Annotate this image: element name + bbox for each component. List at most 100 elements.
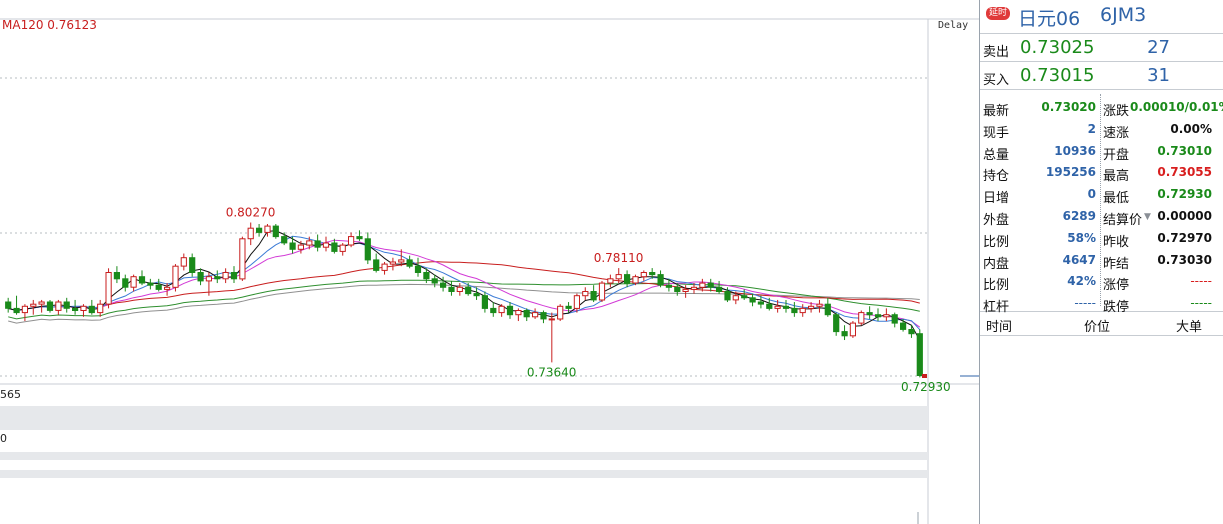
candle-body (532, 312, 539, 318)
candle-body (774, 305, 781, 309)
candle-body (481, 295, 488, 309)
ask-volume: 27 (1147, 37, 1170, 58)
stat-row: 内盘 4647 昨结 0.73030 (980, 249, 1223, 272)
settlement-dropdown-icon[interactable]: ▼ (1144, 212, 1151, 222)
stat-value: 195256 (1045, 165, 1096, 180)
stat-value: 0.72970 (1157, 230, 1212, 245)
candle-body (381, 263, 388, 271)
candle-body (322, 242, 330, 248)
stat-label: 日增 (983, 191, 1010, 207)
stat-label: 比例 (983, 278, 1010, 294)
kline-chart[interactable]: 0.80270 0.78110 0.73640 0.72930 (0, 0, 979, 524)
stat-row: 现手 2 速涨 0.00% (980, 118, 1223, 141)
candle-body (398, 259, 405, 263)
candle-body (21, 305, 28, 314)
stat-row: 比例 42% 涨停 ----- (980, 270, 1223, 294)
stat-value: 6289 (1062, 209, 1096, 223)
bid-row[interactable]: 买入 0.73015 31 (980, 62, 1223, 90)
candle-body (88, 305, 95, 314)
stat-row: 日增 0 最低 0.72930 (980, 183, 1223, 207)
stat-value: 10936 (1054, 143, 1096, 158)
high-annotation: 0.80270 (226, 206, 276, 220)
candle-body (80, 305, 87, 311)
low-annotation: 0.72930 (901, 380, 951, 394)
candle-body (13, 307, 20, 314)
stat-value: 0.00010/0.01% (1130, 100, 1223, 114)
candle-body (682, 288, 689, 292)
candle-body (598, 282, 606, 301)
quote-panel: 延时 日元06 6JM3 卖出 0.73025 27 买入 0.73015 31… (979, 0, 1223, 524)
stat-row: 持仓 195256 最高 0.73055 (980, 161, 1223, 185)
candle-body (590, 291, 597, 301)
stat-row: 总量 10936 开盘 0.73010 (980, 140, 1223, 163)
candle-body (791, 307, 798, 314)
candle-body (690, 286, 698, 290)
candle-body (331, 242, 338, 252)
stat-value: 0.00% (1170, 121, 1212, 136)
stat-label: 最低 (1103, 191, 1130, 207)
candle-body (741, 295, 748, 299)
candle-body (256, 227, 263, 233)
candle-body (699, 282, 706, 288)
indicator-band (0, 470, 928, 478)
candle-body (214, 276, 221, 280)
candle-body (757, 301, 764, 305)
candle-body (306, 240, 313, 246)
stat-label: 涨停 (1103, 278, 1130, 294)
candle-body (506, 305, 514, 316)
kline-chart-area[interactable]: 0.80270 0.78110 0.73640 0.72930 MA120 0.761… (0, 0, 979, 524)
stat-value: 58% (1067, 230, 1096, 245)
stat-value: 2 (1087, 121, 1096, 136)
candle-body (122, 278, 129, 288)
candle-body (816, 303, 823, 307)
candle-body (172, 265, 179, 288)
candle-body (197, 272, 204, 282)
bid-label: 买入 (983, 73, 1010, 88)
trades-time-header: 时间 (986, 320, 1013, 335)
bid-volume: 31 (1147, 65, 1170, 86)
candle-body (97, 303, 104, 314)
candle-body (632, 276, 639, 284)
candle-body (490, 307, 497, 314)
candle-body (824, 303, 831, 316)
candle-body (130, 276, 137, 288)
candle-body (440, 282, 447, 288)
candle-body (858, 312, 865, 324)
candle-body (289, 242, 296, 250)
candle-body (833, 314, 840, 333)
candle-body (841, 331, 848, 337)
stat-value: 0 (1087, 187, 1096, 202)
candle-body (272, 225, 279, 238)
candle-body (799, 307, 806, 314)
candle-body (523, 310, 530, 318)
candle-body (674, 286, 681, 292)
ask-row[interactable]: 卖出 0.73025 27 (980, 34, 1223, 62)
candle-body (766, 303, 773, 309)
stat-value: 0.73030 (1157, 252, 1212, 267)
candle-body (716, 286, 723, 292)
candle-body (883, 314, 890, 318)
candle-body (565, 305, 572, 309)
stat-label: 外盘 (983, 213, 1010, 228)
candle-body (239, 238, 246, 280)
delay-badge: 延时 (986, 7, 1011, 20)
stat-label: 持仓 (983, 169, 1010, 185)
stat-value: 42% (1067, 274, 1096, 289)
candle-body (916, 333, 923, 377)
candle-body (782, 305, 790, 309)
stat-label: 内盘 (983, 256, 1010, 272)
candle-body (900, 322, 907, 330)
candle-body (732, 295, 739, 301)
trades-header: 时间 价位 大单 (980, 312, 1223, 336)
candle-body (389, 261, 396, 265)
candle-body (431, 278, 438, 284)
candle-body (423, 272, 430, 280)
candle-body (498, 305, 505, 314)
stat-label: 开盘 (1103, 147, 1130, 163)
stat-row: 外盘 6289 结算价 0.00000 ▼ (980, 205, 1223, 228)
candle-body (624, 274, 631, 284)
candle-body (582, 291, 589, 297)
candle-body (348, 236, 355, 246)
candle-body (364, 238, 371, 261)
candle-body (314, 240, 321, 248)
